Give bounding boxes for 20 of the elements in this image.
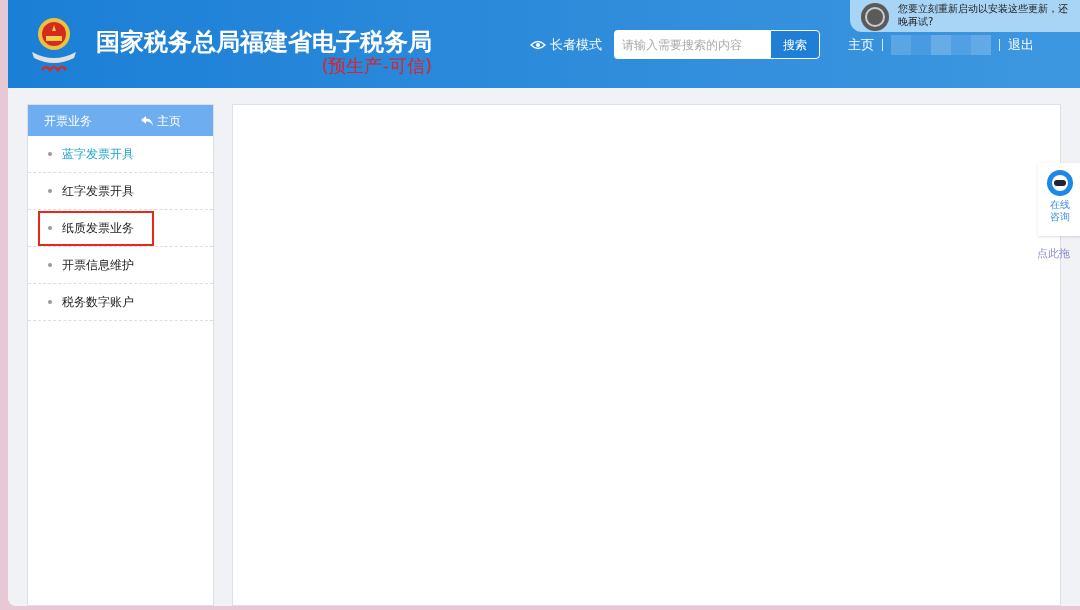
notification-text: 晚再试? bbox=[898, 15, 935, 28]
sidebar-item[interactable]: 开票信息维护 bbox=[38, 247, 154, 283]
sidebar-item[interactable]: 蓝字发票开具 bbox=[38, 136, 154, 172]
home-link[interactable]: 主页 bbox=[848, 34, 874, 55]
site-subtitle: (预生产-可信) bbox=[321, 56, 432, 76]
search-field[interactable]: 请输入需要搜索的内容 bbox=[614, 30, 770, 59]
sidebar-home-link[interactable]: 主页 bbox=[141, 111, 181, 130]
notification-text: 您要立刻重新启动以安装这些更新，还 bbox=[898, 2, 1068, 15]
elder-mode-link[interactable]: 长者模式 bbox=[530, 34, 602, 55]
search-button[interactable]: 搜索 bbox=[770, 30, 820, 59]
logout-link[interactable]: 退出 bbox=[1008, 34, 1034, 55]
site-title: 国家税务总局福建省电子税务局 bbox=[96, 27, 432, 57]
sidebar-item[interactable]: 纸质发票业务 bbox=[38, 210, 154, 246]
consult-widget[interactable]: 在线咨询 bbox=[1038, 163, 1080, 236]
sidebar-item[interactable]: 税务数字账户 bbox=[38, 284, 154, 320]
drag-hint: 点此拖 bbox=[1037, 246, 1070, 262]
back-arrow-icon bbox=[141, 115, 153, 126]
sidebar-item[interactable]: 红字发票开具 bbox=[38, 173, 154, 209]
eye-icon bbox=[530, 39, 546, 50]
sidebar-title: 开票业务 bbox=[44, 112, 92, 130]
